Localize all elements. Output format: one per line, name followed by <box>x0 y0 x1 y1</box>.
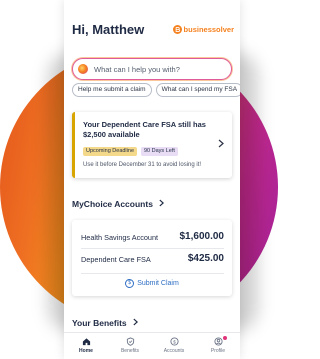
suggestion-chip[interactable]: Help me submit a claim <box>72 83 152 97</box>
benefits-title: Your Benefits <box>72 318 127 328</box>
shield-icon <box>126 337 135 346</box>
divider <box>81 273 224 274</box>
account-balance: $425.00 <box>187 253 224 264</box>
account-balance: $1,600.00 <box>179 231 225 242</box>
tab-profile[interactable]: Profile <box>196 333 240 359</box>
tab-label: Benefits <box>120 348 140 354</box>
search-input[interactable]: What can I help you with? <box>72 58 232 80</box>
account-row[interactable]: Dependent Care FSA $425.00 <box>81 253 224 267</box>
accounts-card: Health Savings Account $1,600.00 Depende… <box>72 220 232 296</box>
tab-benefits[interactable]: Benefits <box>108 333 152 359</box>
dollar-circle-icon: $ <box>125 279 135 288</box>
account-name: Dependent Care FSA <box>81 255 151 264</box>
brand-name: businessolver <box>183 25 234 34</box>
tab-label: Profile <box>210 348 226 354</box>
tab-home[interactable]: Home <box>64 333 108 359</box>
chevron-right-icon <box>159 199 165 209</box>
account-row[interactable]: Health Savings Account $1,600.00 <box>81 231 224 245</box>
search-placeholder: What can I help you with? <box>94 64 180 74</box>
brand-logo: businessolver <box>172 25 234 34</box>
greeting-title: Hi, Matthew <box>72 22 145 37</box>
alert-note: Use it before December 31 to avoid losin… <box>83 162 202 168</box>
tab-label: Home <box>79 348 93 354</box>
submit-claim-label: Submit Claim <box>137 280 179 287</box>
alert-title: Your Dependent Care FSA still has $2,500… <box>83 120 206 139</box>
mychoice-title: MyChoice Accounts <box>72 199 153 209</box>
app-header: Hi, Matthew businessolver <box>72 22 234 42</box>
fsa-alert-card[interactable]: Your Dependent Care FSA still has $2,500… <box>72 112 232 178</box>
suggestion-chips: Help me submit a claim What can I spend … <box>72 83 240 97</box>
brand-logo-icon <box>172 25 182 34</box>
deadline-badge: Upcoming Deadline <box>83 147 137 156</box>
bottom-tab-bar: Home Benefits $ Accounts Profile <box>64 332 240 359</box>
assistant-orb-icon <box>78 64 88 74</box>
user-icon <box>213 337 223 346</box>
suggestion-chip[interactable]: What can I spend my FSA <box>155 83 240 97</box>
dollar-icon: $ <box>169 337 179 346</box>
divider <box>81 248 224 249</box>
alert-accent-bar <box>72 112 75 178</box>
phone-screen: Hi, Matthew businessolver What can I hel… <box>64 0 240 359</box>
tab-accounts[interactable]: $ Accounts <box>152 333 196 359</box>
svg-text:$: $ <box>173 339 176 345</box>
tab-label: Accounts <box>163 348 185 354</box>
chevron-right-icon <box>133 318 139 328</box>
notification-dot <box>223 336 227 340</box>
chevron-right-icon <box>218 139 224 151</box>
submit-claim-button[interactable]: $ Submit Claim <box>72 279 232 288</box>
your-benefits-link[interactable]: Your Benefits <box>72 318 139 328</box>
mychoice-accounts-link[interactable]: MyChoice Accounts <box>72 199 165 209</box>
alert-badges: Upcoming Deadline 90 Days Left <box>83 147 178 156</box>
app-stage: Hi, Matthew businessolver What can I hel… <box>0 0 278 359</box>
home-icon <box>82 337 91 346</box>
account-name: Health Savings Account <box>81 233 159 242</box>
days-left-badge: 90 Days Left <box>141 147 178 156</box>
